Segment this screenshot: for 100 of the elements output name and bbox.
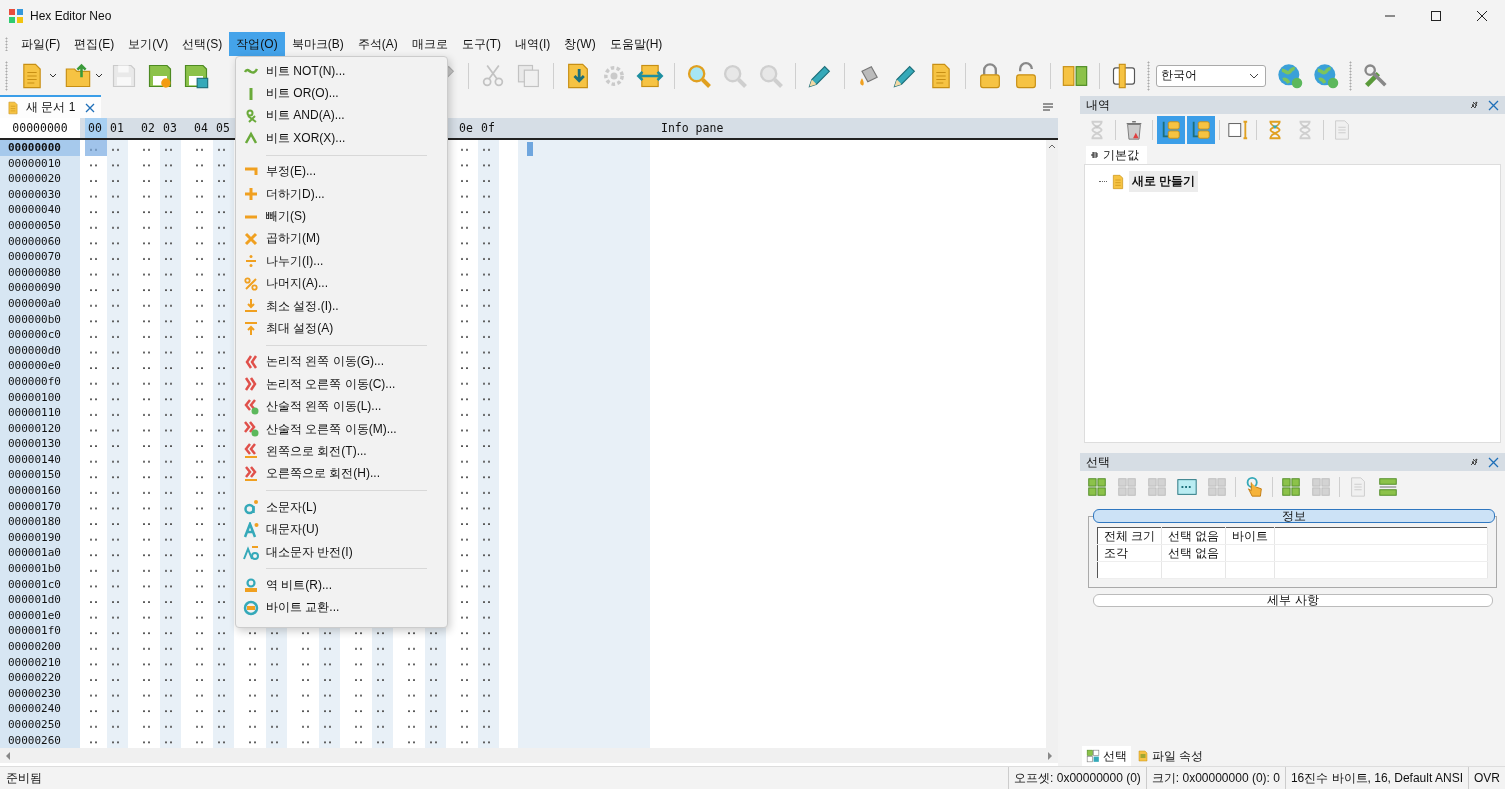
row-offset: 000001e0 xyxy=(7,607,62,624)
menu-item[interactable]: 나머지(A)... xyxy=(266,275,328,293)
menu-item[interactable]: 부정(E)... xyxy=(266,163,316,181)
menu-item[interactable]: 소문자(L) xyxy=(266,498,317,516)
menu-item[interactable]: 도구(T) xyxy=(454,32,508,56)
document-icon xyxy=(1110,172,1126,191)
menu-item[interactable]: 논리적 왼쪽 이동(G)... xyxy=(266,353,384,371)
menu-item[interactable]: 곱하기(M) xyxy=(266,230,320,248)
tree-icon[interactable] xyxy=(1157,116,1185,144)
menu-item[interactable]: 선택(S) xyxy=(175,32,230,56)
row-offset: 00000250 xyxy=(7,716,62,733)
horizontal-scrollbar[interactable] xyxy=(0,748,1058,763)
row-offset: 00000220 xyxy=(7,670,62,686)
table-cell: 전체 크기 xyxy=(1104,529,1156,542)
menu-item[interactable]: 최대 설정(A) xyxy=(266,320,334,337)
byte-cursor xyxy=(85,140,107,156)
row-offset: 000000c0 xyxy=(7,327,62,343)
section-header[interactable]: 정보 xyxy=(1093,509,1495,523)
menu-item[interactable]: 매크로 xyxy=(404,32,455,56)
arrow-left-icon xyxy=(6,751,11,760)
document-tab[interactable]: 새 문서 1 xyxy=(0,95,102,118)
row-offset: 00000110 xyxy=(7,405,62,421)
menu-item[interactable]: 작업(O) xyxy=(229,32,285,56)
menu-item[interactable]: 북마크(B) xyxy=(284,32,351,56)
row-offset: 000000d0 xyxy=(7,342,62,359)
row-offset: 00000140 xyxy=(7,451,62,468)
row-offset: 000000e0 xyxy=(7,358,62,374)
window-title: Hex Editor Neo xyxy=(30,9,112,23)
menu-item[interactable]: 비트 NOT(N)... xyxy=(266,62,346,80)
double-chevron-right-icon xyxy=(243,421,259,438)
menu-item[interactable]: 오른쪽으로 회전(H)... xyxy=(266,465,380,483)
status-message: 준비됨 xyxy=(5,769,42,787)
lowercase-icon xyxy=(243,499,259,516)
minimize-icon xyxy=(1384,15,1396,17)
row-offset: 00000100 xyxy=(7,389,62,406)
arrow-right-icon xyxy=(1047,751,1052,760)
menu-item[interactable]: 비트 AND(A)... xyxy=(266,107,345,125)
section-header[interactable]: 세부 사항 xyxy=(1093,594,1493,607)
row-offset: 00000200 xyxy=(7,639,62,655)
history-item[interactable]: 새로 만들기 xyxy=(1129,171,1199,192)
row-offset: 00000080 xyxy=(7,264,62,281)
panel-tab[interactable]: 파일 속성 xyxy=(1133,746,1208,766)
row-offset: 00000260 xyxy=(7,732,62,749)
menu-item[interactable]: 파일(F) xyxy=(14,32,68,56)
menu-item[interactable]: 나누기(I)... xyxy=(266,252,324,270)
menu-item[interactable]: 보기(V) xyxy=(121,32,176,56)
menu-item[interactable]: 편집(E) xyxy=(67,32,122,56)
divide-icon xyxy=(243,253,259,270)
close-icon xyxy=(1476,10,1488,22)
swap-case-icon xyxy=(243,544,259,560)
menu-item[interactable]: 산술적 오른쪽 이동(M)... xyxy=(266,420,397,438)
menu-item[interactable]: 더하기D)... xyxy=(266,185,325,203)
tree-icon[interactable] xyxy=(1187,116,1215,144)
status-field: 16진수 바이트, 16, Default ANSI xyxy=(1284,766,1468,789)
menu-item[interactable]: 비트 XOR(X)... xyxy=(266,129,346,147)
panel-tab[interactable]: 선택 xyxy=(1082,746,1131,766)
maximize-icon xyxy=(1430,10,1442,22)
menu-item[interactable]: 최소 설정.(I).. xyxy=(266,297,339,315)
arrow-up-icon xyxy=(1048,144,1056,149)
menu-item[interactable]: 역 비트(R)... xyxy=(266,576,332,594)
list-icon[interactable] xyxy=(1042,101,1054,112)
panel-title: 선택 xyxy=(1086,453,1110,471)
menu-item[interactable]: 논리적 오른쪽 이동(C)... xyxy=(266,375,396,393)
plus-icon xyxy=(243,186,259,203)
status-field: OVR xyxy=(1468,766,1505,789)
column-header: 02 xyxy=(140,120,156,137)
row-offset: 00000050 xyxy=(7,217,62,234)
menu-item[interactable]: 창(W) xyxy=(557,32,603,56)
chevron-down-icon xyxy=(1249,72,1259,79)
row-offset: 00000120 xyxy=(7,420,62,437)
row-offset: 00000070 xyxy=(7,249,62,265)
row-offset: 000000a0 xyxy=(7,295,62,312)
menu-item[interactable]: 내역(I) xyxy=(508,32,558,56)
branch-tab[interactable]: 기본값 xyxy=(1086,146,1147,164)
double-chevron-left-icon xyxy=(243,398,259,415)
menu-item[interactable]: 산술적 왼쪽 이동(L)... xyxy=(266,398,382,416)
minus-icon xyxy=(244,213,258,220)
menu-item[interactable]: 도움말(H) xyxy=(602,32,670,56)
close-icon[interactable] xyxy=(85,102,96,113)
menu-item[interactable]: 비트 OR(O)... xyxy=(266,85,339,103)
menu-item[interactable]: 빼기(S) xyxy=(266,208,306,226)
row-offset: 00000150 xyxy=(7,467,62,484)
menu-item[interactable]: 바이트 교환... xyxy=(266,599,340,617)
menu-item[interactable]: 왼쪽으로 회전(T)... xyxy=(266,442,367,460)
row-offset: 000001b0 xyxy=(7,561,62,577)
percent-icon xyxy=(243,275,259,292)
column-header: 00 xyxy=(85,118,107,138)
uppercase-icon xyxy=(243,521,259,538)
language-select[interactable]: 한국어 xyxy=(1156,64,1266,87)
double-chevron-right-icon xyxy=(243,376,259,393)
menu-item[interactable]: 대소문자 반전(I) xyxy=(266,543,353,561)
row-offset: 000001c0 xyxy=(7,576,62,593)
row-offset: 00000160 xyxy=(7,483,62,499)
close-icon[interactable] xyxy=(1488,99,1499,111)
menu-item[interactable]: 주석(A) xyxy=(350,32,405,56)
row-offset: 00000180 xyxy=(7,514,62,530)
menu-item[interactable]: 대문자(U) xyxy=(266,521,319,539)
row-offset: 00000210 xyxy=(7,654,62,671)
close-icon[interactable] xyxy=(1488,456,1499,468)
status-field: 크기: 0x00000000 (0): 0 xyxy=(1145,766,1285,789)
